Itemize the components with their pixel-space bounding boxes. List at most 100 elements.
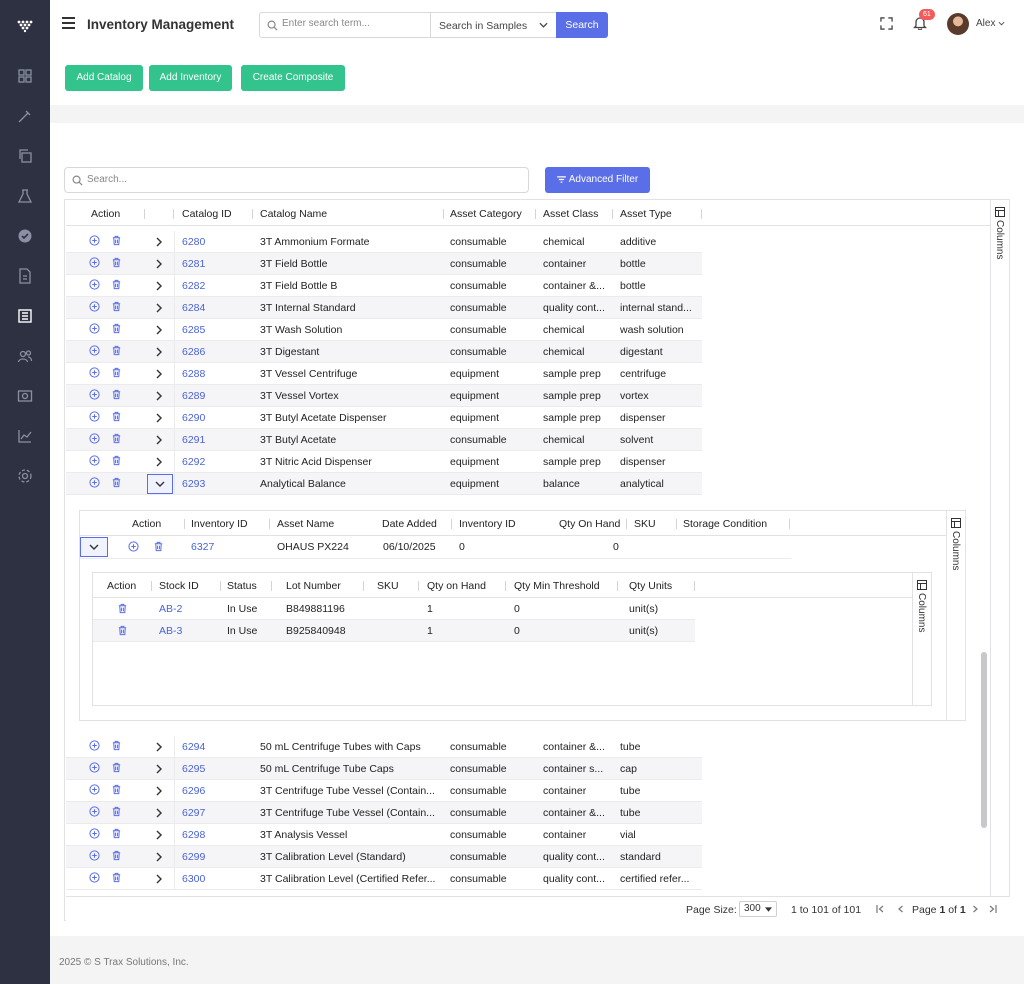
advanced-filter-button[interactable]: Advanced Filter [545,167,650,193]
logo-icon[interactable] [14,14,36,36]
catalog-id-link[interactable]: 6297 [182,807,205,819]
chevron-right-icon[interactable] [156,808,166,818]
chevron-right-icon[interactable] [156,764,166,774]
stock-header-qty-units[interactable]: Qty Units [629,580,672,592]
inventory-icon[interactable] [17,308,33,324]
table-row[interactable]: 6280 3T Ammonium Formate consumable chemica… [66,231,702,253]
add-circle-icon[interactable] [128,541,139,552]
catalog-id-link[interactable]: 6298 [182,829,205,841]
chevron-right-icon[interactable] [156,413,166,423]
chevron-right-icon[interactable] [156,852,166,862]
chevron-right-icon[interactable] [156,325,166,335]
copy-icon[interactable] [17,148,33,164]
inventory-row[interactable]: 6327 OHAUS PX224 06/10/2025 0 0 [80,536,791,559]
grid-search-field[interactable] [64,167,529,193]
trash-icon[interactable] [111,389,122,400]
last-page-icon[interactable] [989,905,997,913]
table-row[interactable]: 6296 3T Centrifuge Tube Vessel (Contain..… [66,780,702,802]
trash-icon[interactable] [111,477,122,488]
catalog-id-link[interactable]: 6292 [182,456,205,468]
catalog-id-link[interactable]: 6291 [182,434,205,446]
trash-icon[interactable] [111,279,122,290]
add-circle-icon[interactable] [89,367,100,378]
chevron-right-icon[interactable] [156,830,166,840]
catalog-id-link[interactable]: 6295 [182,763,205,775]
pipette-icon[interactable] [17,108,33,124]
catalog-id-link[interactable]: 6286 [182,346,205,358]
trash-icon[interactable] [153,541,164,552]
table-row[interactable]: 6300 3T Calibration Level (Certified Refe… [66,868,702,890]
inv-header-asset-name[interactable]: Asset Name [277,518,334,530]
trash-icon[interactable] [111,323,122,334]
stock-header-action[interactable]: Action [107,580,136,592]
add-circle-icon[interactable] [89,477,100,488]
trash-icon[interactable] [111,367,122,378]
table-row[interactable]: 6285 3T Wash Solution consumable chemical wa… [66,319,702,341]
create-composite-button[interactable]: Create Composite [241,65,345,91]
chevron-right-icon[interactable] [156,786,166,796]
add-catalog-button[interactable]: Add Catalog [65,65,143,91]
dashboard-icon[interactable] [17,68,33,84]
vertical-scrollbar[interactable] [981,652,987,828]
add-circle-icon[interactable] [89,455,100,466]
inv-header-action[interactable]: Action [132,518,161,530]
add-circle-icon[interactable] [89,806,100,817]
next-page-icon[interactable] [971,905,979,913]
catalog-id-link[interactable]: 6294 [182,741,205,753]
inv-header-date-added[interactable]: Date Added [382,518,437,530]
table-row[interactable]: 6288 3T Vessel Centrifuge equipment sample … [66,363,702,385]
add-circle-icon[interactable] [89,850,100,861]
stock-header-stock-id[interactable]: Stock ID [159,580,199,592]
trash-icon[interactable] [111,433,122,444]
fullscreen-icon[interactable] [880,17,893,30]
chevron-right-icon[interactable] [156,303,166,313]
trash-icon[interactable] [111,806,122,817]
add-inventory-button[interactable]: Add Inventory [149,65,232,91]
trash-icon[interactable] [111,257,122,268]
flask-icon[interactable] [17,188,33,204]
catalog-id-link[interactable]: 6300 [182,873,205,885]
trash-icon[interactable] [111,301,122,312]
catalog-id-link[interactable]: 6288 [182,368,205,380]
catalog-id-link[interactable]: 6293 [182,478,205,490]
table-row[interactable]: 6293 Analytical Balance equipment balance an… [66,473,702,495]
catalog-id-link[interactable]: 6296 [182,785,205,797]
catalog-id-link[interactable]: 6289 [182,390,205,402]
chevron-right-icon[interactable] [156,281,166,291]
row-collapse-button[interactable] [147,474,173,494]
table-row[interactable]: 6295 50 mL Centrifuge Tube Caps consumable… [66,758,702,780]
camera-icon[interactable] [17,388,33,404]
add-circle-icon[interactable] [89,235,100,246]
chevron-right-icon[interactable] [156,874,166,884]
trash-icon[interactable] [117,603,128,614]
table-row[interactable]: 6289 3T Vessel Vortex equipment sample prep… [66,385,702,407]
user-chevron-icon[interactable] [998,21,1005,26]
header-asset-type[interactable]: Asset Type [620,208,672,220]
trash-icon[interactable] [111,762,122,773]
search-button[interactable]: Search [556,12,608,38]
inv-header-inventory-id[interactable]: Inventory ID [191,518,248,530]
catalog-id-link[interactable]: 6285 [182,324,205,336]
header-action[interactable]: Action [91,208,120,220]
add-circle-icon[interactable] [89,433,100,444]
search-scope-select[interactable]: Search in Samples [430,12,557,38]
trash-icon[interactable] [111,828,122,839]
table-row[interactable]: 6282 3T Field Bottle B consumable container… [66,275,702,297]
trash-icon[interactable] [111,345,122,356]
stock-row[interactable]: AB-2 In Use B849881196 1 0 unit(s) [93,598,695,620]
header-catalog-name[interactable]: Catalog Name [260,208,327,220]
add-circle-icon[interactable] [89,828,100,839]
trash-icon[interactable] [111,740,122,751]
add-circle-icon[interactable] [89,279,100,290]
catalog-id-link[interactable]: 6284 [182,302,205,314]
table-row[interactable]: 6284 3T Internal Standard consumable qualit… [66,297,702,319]
page-size-select[interactable]: 300 [739,901,777,917]
stock-header-qty-on-hand[interactable]: Qty on Hand [427,580,486,592]
stock-row[interactable]: AB-3 In Use B925840948 1 0 unit(s) [93,620,695,642]
settings-icon[interactable] [17,468,33,484]
chevron-right-icon[interactable] [156,369,166,379]
chevron-right-icon[interactable] [156,391,166,401]
table-row[interactable]: 6291 3T Butyl Acetate consumable chemical so… [66,429,702,451]
header-catalog-id[interactable]: Catalog ID [182,208,232,220]
stock-header-lot-number[interactable]: Lot Number [286,580,341,592]
